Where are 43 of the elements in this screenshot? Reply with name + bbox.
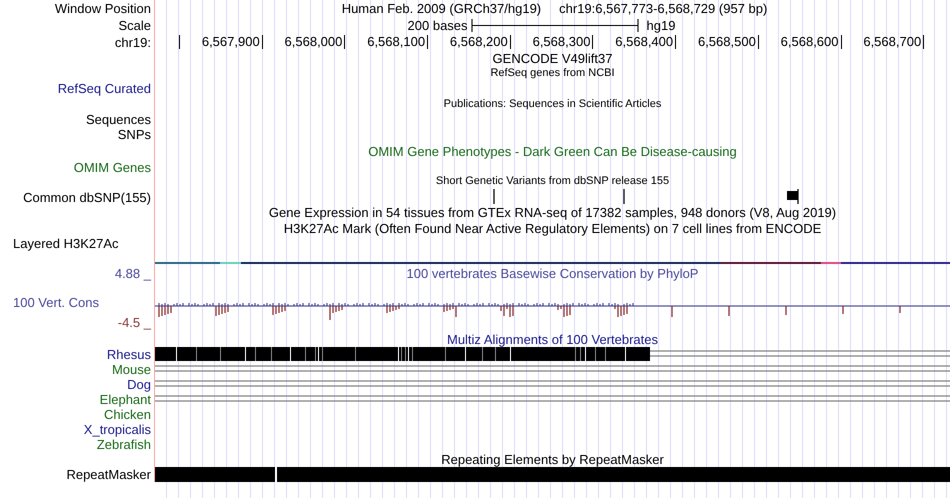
species-label[interactable]: X_tropicalis (84, 423, 151, 436)
track-title: Gene Expression in 54 tissues from GTEx RNA-seq of 17382 samples, 948 donors (V8, Aug 2019) (268, 206, 836, 219)
species-label[interactable]: Mouse (112, 363, 151, 376)
axis-max-label[interactable]: 4.88 _ (114, 266, 151, 280)
track-title: Multiz Alignments of 100 Vertebrates (446, 333, 658, 346)
track-label[interactable]: Layered H3K27Ac (13, 237, 119, 250)
track-label[interactable]: RepeatMasker (66, 468, 151, 481)
assembly-label: hg19 (646, 18, 676, 32)
position-range: chr19:6,567,773-6,568,729 (957 bp) (559, 2, 768, 15)
track-label[interactable]: OMIM Genes (74, 160, 151, 174)
scale-label: 200 bases (408, 18, 468, 32)
ruler-tick: 6,567,900 (180, 35, 263, 49)
track-title: Short Genetic Variants from dbSNP release 155 (436, 176, 670, 187)
track-title: 100 vertebrates Basewise Conservation by PhyloP (406, 266, 698, 280)
track-label[interactable]: SNPs (118, 128, 151, 141)
species-label[interactable]: Dog (127, 378, 151, 391)
ruler-tick: 6,568,100 (345, 35, 428, 49)
ruler-tick: 6,568,300 (510, 35, 594, 49)
track-title: Repeating Elements by RepeatMasker (441, 453, 664, 466)
track-title: RefSeq genes from NCBI (490, 68, 615, 78)
ruler-tick: 6,568,500 (676, 35, 759, 49)
assembly-name: Human Feb. 2009 (GRCh37/hg19) (342, 2, 542, 15)
track-label[interactable]: 100 Vert. Cons (13, 295, 99, 310)
track-label[interactable]: Common dbSNP(155) (23, 190, 151, 204)
track-label[interactable]: Sequences (86, 113, 151, 126)
row-label[interactable]: Window Position (54, 2, 151, 15)
track-label[interactable]: RefSeq Curated (58, 82, 151, 94)
axis-min-label[interactable]: -4.5 _ (118, 316, 151, 329)
species-label[interactable]: Elephant (100, 393, 151, 406)
track-title: H3K27Ac Mark (Often Found Near Active Regulatory Elements) on 7 cell lines from ENCODE (284, 222, 822, 234)
track-title: GENCODE V49lift37 (492, 52, 612, 65)
ruler-tick: 6,568,400 (593, 35, 676, 49)
ruler-tick: 6,568,600 (758, 35, 842, 49)
species-label[interactable]: Chicken (104, 408, 151, 421)
ruler-tick: 6,568,700 (842, 35, 924, 49)
row-label[interactable]: Scale (118, 18, 151, 32)
species-label[interactable]: Zebrafish (96, 438, 151, 451)
ruler-tick: 6,568,000 (262, 35, 346, 49)
track-title: Publications: Sequences in Scientific Articles (444, 98, 662, 110)
species-label[interactable]: Rhesus (106, 348, 151, 361)
chromosome-label[interactable]: chr19: (114, 36, 151, 48)
ruler-tick: 6,568,200 (428, 35, 511, 49)
track-title: OMIM Gene Phenotypes - Dark Green Can Be Disease-causing (368, 144, 737, 158)
